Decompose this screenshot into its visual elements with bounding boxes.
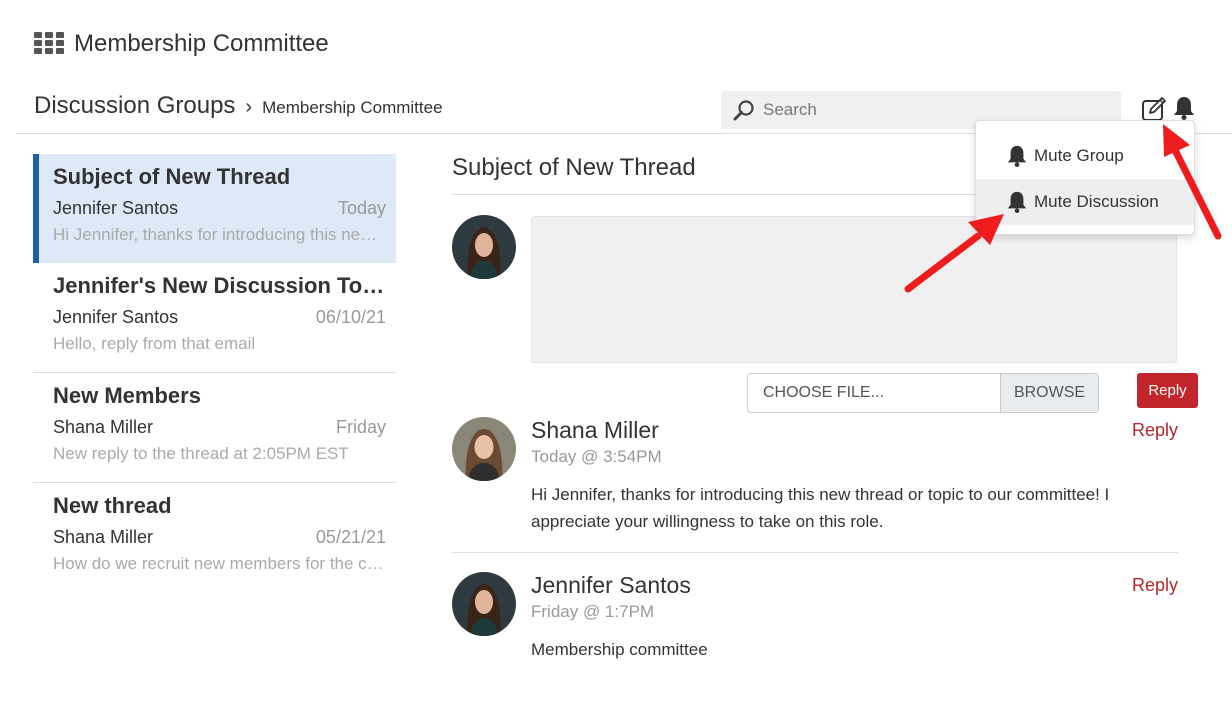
post-author: Jennifer Santos [531,572,691,598]
mute-dropdown-menu: Mute Group Mute Discussion [975,120,1195,235]
thread-list-item[interactable]: New Members Shana Miller Friday New repl… [33,373,396,483]
bell-icon[interactable] [1172,95,1196,121]
thread-author: Shana Miller [53,417,154,437]
thread-date: Today [337,198,386,218]
thread-author: Jennifer Santos [53,198,179,218]
post-body: Membership committee [531,640,708,659]
choose-file-field[interactable]: CHOOSE FILE... [748,374,1000,412]
thread-list: Subject of New Thread Jennifer Santos To… [33,154,396,593]
breadcrumb-separator: › [245,96,253,118]
reply-button[interactable]: Reply [1137,373,1198,408]
breadcrumb-current: Membership Committee [262,98,443,117]
thread-preview: New reply to the thread at 2:05PM EST [53,444,349,463]
post: Shana Miller Today @ 3:54PM Hi Jennifer,… [452,417,1178,553]
thread-preview: Hello, reply from that email [53,334,256,353]
bell-icon [1007,191,1027,213]
thread-title: Jennifer's New Discussion Topic [53,273,386,298]
bell-icon [1007,145,1027,167]
thread-list-item[interactable]: New thread Shana Miller 05/21/21 How do … [33,483,396,593]
post-timestamp: Today @ 3:54PM [531,447,662,466]
compose-icon[interactable] [1141,96,1167,122]
mute-discussion-menu-item[interactable]: Mute Discussion [976,179,1194,225]
avatar [452,572,516,636]
thread-list-item[interactable]: Jennifer's New Discussion Topic Jennifer… [33,263,396,373]
post-reply-link[interactable]: Reply [1132,420,1178,441]
thread-preview: How do we recruit new members for the co… [53,554,386,573]
post-author: Shana Miller [531,417,659,443]
search-icon [733,100,754,121]
post: Jennifer Santos Friday @ 1:7PM Membershi… [452,572,1178,672]
reply-textarea[interactable] [531,216,1177,363]
search-input[interactable] [763,100,1103,120]
browse-button[interactable]: BROWSE [1000,374,1098,412]
thread-author: Jennifer Santos [53,307,179,327]
thread-preview: Hi Jennifer, thanks for introducing this… [53,225,386,244]
mute-group-label: Mute Group [1034,146,1124,165]
thread-title: Subject of New Thread [53,164,291,189]
breadcrumb: Discussion Groups › Membership Committee [34,92,443,120]
thread-date: 06/10/21 [315,307,386,327]
thread-date: Friday [335,417,386,437]
mute-group-menu-item[interactable]: Mute Group [976,133,1194,179]
thread-title: New thread [53,493,172,518]
app-title: Membership Committee [74,30,329,57]
app-header: Membership Committee [34,30,329,58]
post-body: Hi Jennifer, thanks for introducing this… [531,485,1110,531]
thread-date: 05/21/21 [315,527,386,547]
post-timestamp: Friday @ 1:7PM [531,602,655,621]
grid-icon[interactable] [34,32,64,56]
post-reply-link[interactable]: Reply [1132,575,1178,596]
thread-author: Shana Miller [53,527,154,547]
breadcrumb-root-link[interactable]: Discussion Groups [34,92,235,120]
thread-list-item[interactable]: Subject of New Thread Jennifer Santos To… [33,154,396,263]
avatar [452,417,516,481]
thread-title: New Members [53,383,201,408]
avatar [452,215,516,279]
mute-discussion-label: Mute Discussion [1034,192,1159,211]
file-chooser[interactable]: CHOOSE FILE... BROWSE [747,373,1099,413]
